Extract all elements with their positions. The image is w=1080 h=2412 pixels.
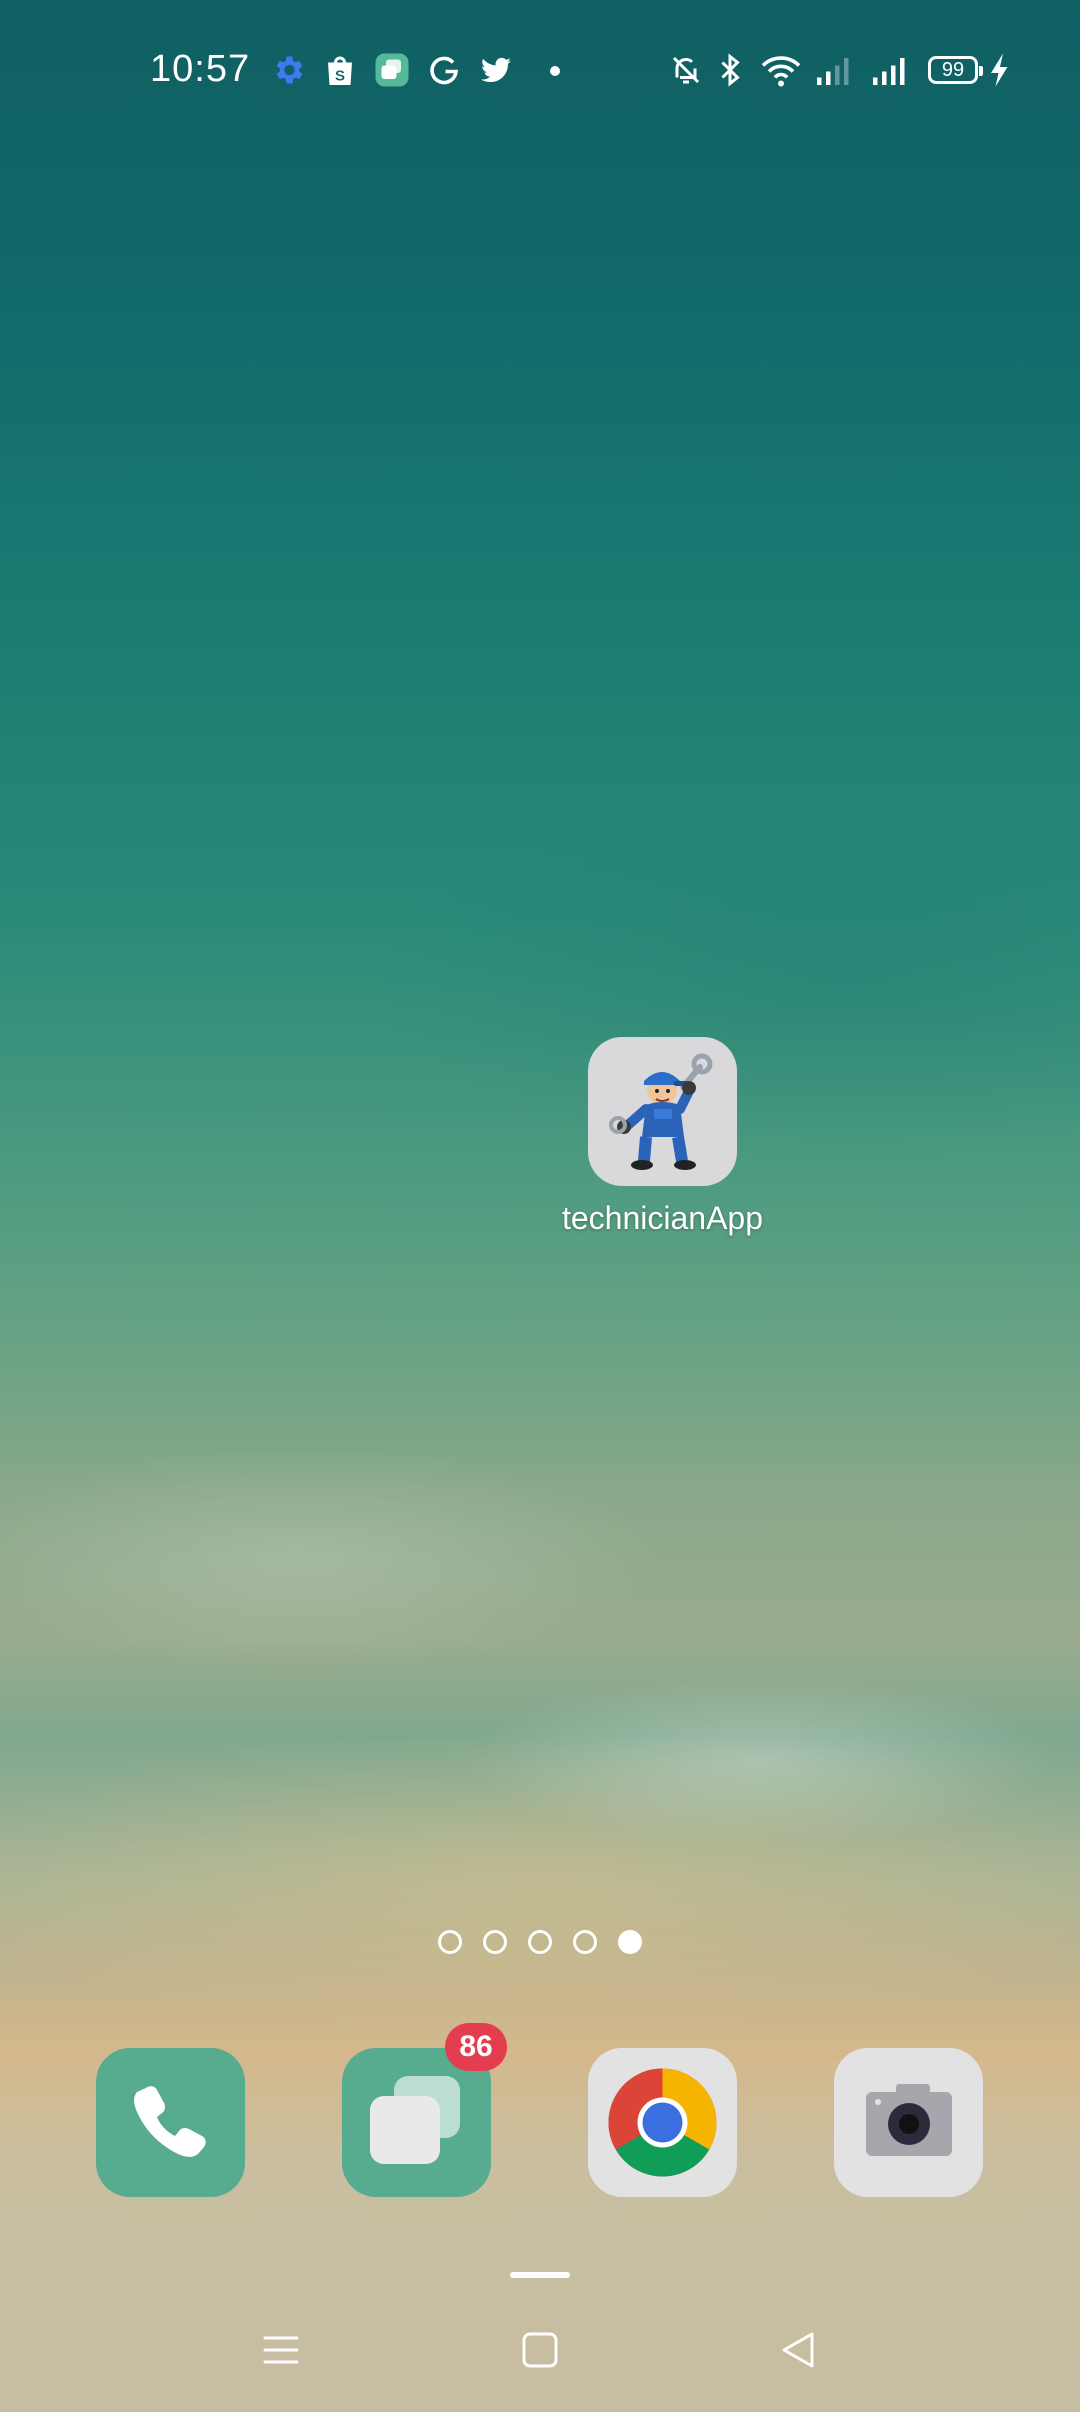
notification-dot-icon	[550, 66, 560, 76]
page-dot-active[interactable]	[618, 1930, 642, 1954]
messages-app-icon	[375, 53, 409, 87]
bluetooth-icon	[721, 53, 740, 87]
camera-icon	[866, 2084, 952, 2156]
settings-gear-icon	[276, 56, 303, 84]
signal-strong-icon	[873, 58, 905, 85]
technician-app-icon[interactable]	[588, 1037, 737, 1186]
page-indicator	[438, 1930, 642, 1954]
wifi-icon	[761, 56, 801, 87]
charging-icon	[991, 53, 1008, 87]
technician-app-label[interactable]: technicianApp	[510, 1200, 815, 1237]
recents-menu-icon[interactable]	[251, 2320, 311, 2380]
page-dot[interactable]	[573, 1930, 597, 1954]
silent-mode-icon	[672, 56, 700, 84]
phone-handset-icon	[134, 2086, 206, 2157]
page-dot[interactable]	[438, 1930, 462, 1954]
chrome-app-icon[interactable]	[588, 2048, 737, 2197]
home-indicator[interactable]	[510, 2272, 570, 2278]
camera-app-icon[interactable]	[834, 2048, 983, 2197]
signal-weak-icon	[817, 58, 849, 85]
page-dot[interactable]	[528, 1930, 552, 1954]
grammarly-icon	[430, 56, 458, 85]
shopping-bag-icon: S	[328, 56, 352, 85]
twitter-icon	[481, 57, 511, 83]
status-time: 10:57	[150, 48, 251, 90]
phone-app-icon[interactable]	[96, 2048, 245, 2197]
page-dot[interactable]	[483, 1930, 507, 1954]
back-triangle-icon[interactable]	[768, 2320, 828, 2380]
status-bar: 10:57 S 99	[0, 0, 1080, 140]
chrome-logo-icon	[608, 2068, 717, 2177]
svg-text:S: S	[335, 68, 345, 85]
messages-badge: 86	[445, 2023, 507, 2071]
home-square-icon[interactable]	[510, 2320, 570, 2380]
mechanic-mascot-icon	[609, 1053, 713, 1170]
battery-indicator: 99	[928, 56, 983, 84]
